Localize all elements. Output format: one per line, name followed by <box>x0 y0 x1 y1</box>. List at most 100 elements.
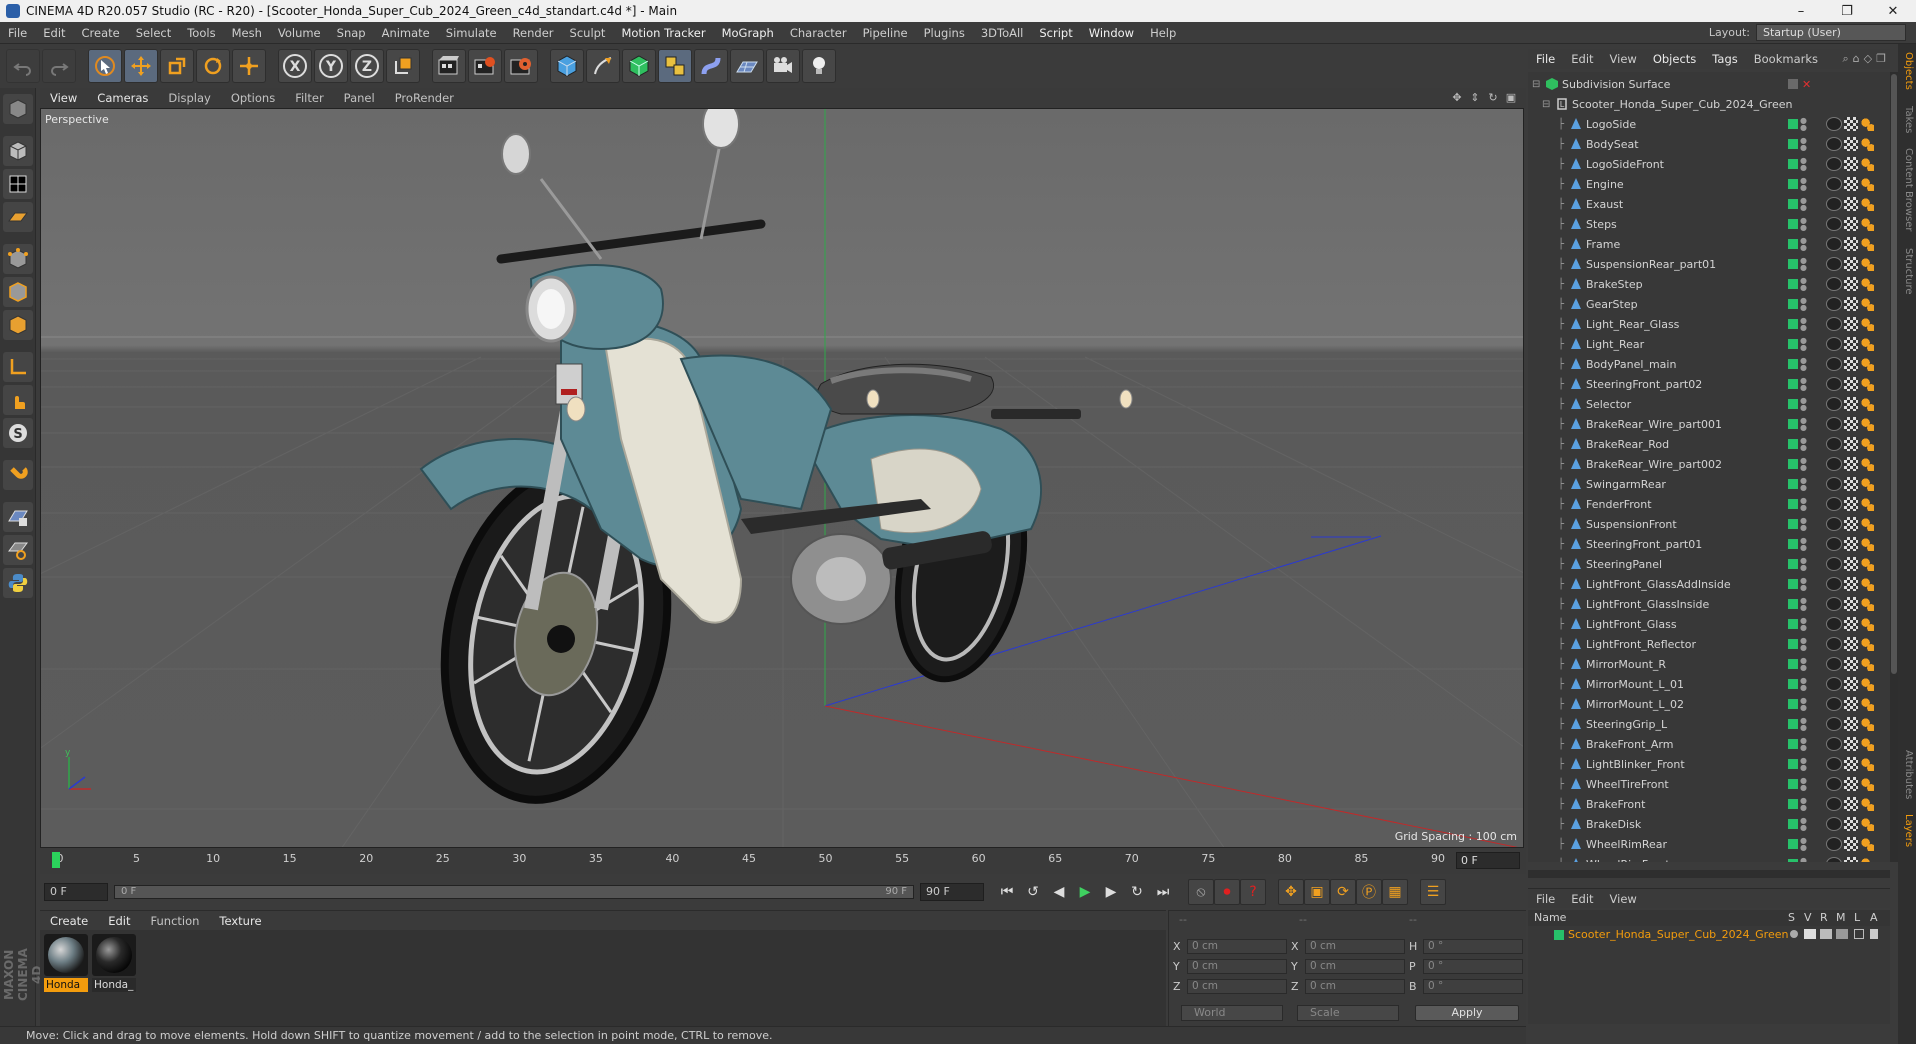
material-tag-icon[interactable] <box>1860 757 1874 771</box>
menu-file[interactable]: File <box>0 26 35 40</box>
menu-select[interactable]: Select <box>128 26 179 40</box>
layer-color-swatch[interactable] <box>1788 619 1798 629</box>
phong-tag-icon[interactable] <box>1826 717 1842 731</box>
menu-render[interactable]: Render <box>505 26 562 40</box>
object-row[interactable]: ├ BrakeRear_Rod ● ● <box>1528 434 1890 454</box>
material-tag-icon[interactable] <box>1860 777 1874 791</box>
pan-view-icon[interactable]: ✥ <box>1450 91 1464 105</box>
texture-tag-icon[interactable] <box>1844 237 1858 251</box>
object-row[interactable]: ├ Light_Rear_Glass ● ● <box>1528 314 1890 334</box>
position-z-field[interactable]: 0 cm <box>1187 978 1287 994</box>
menu-sculpt[interactable]: Sculpt <box>562 26 614 40</box>
tab-layers[interactable]: Layers <box>1900 814 1914 847</box>
texture-tag-icon[interactable] <box>1844 337 1858 351</box>
object-row[interactable]: ├ Steps ● ● <box>1528 214 1890 234</box>
phong-tag-icon[interactable] <box>1826 457 1842 471</box>
lm-menu-file[interactable]: File <box>1528 892 1563 906</box>
visibility-dots-icon[interactable]: ●● <box>1800 697 1807 712</box>
layer-solo-icon[interactable] <box>1790 930 1798 938</box>
visibility-dots-icon[interactable]: ●● <box>1800 397 1807 412</box>
visibility-dots-icon[interactable]: ●● <box>1800 777 1807 792</box>
layer-row[interactable]: Scooter_Honda_Super_Cub_2024_Green <box>1528 926 1890 944</box>
texture-tag-icon[interactable] <box>1844 297 1858 311</box>
material-tag-icon[interactable] <box>1860 317 1874 331</box>
material-tag-icon[interactable] <box>1860 357 1874 371</box>
timeline-ruler[interactable]: 0 5 10 15 20 25 30 35 40 45 50 55 60 65 70 75 80 85 90 0 F <box>40 848 1526 874</box>
visibility-dots-icon[interactable]: ●● <box>1800 677 1807 692</box>
material-tag-icon[interactable] <box>1860 677 1874 691</box>
object-row[interactable]: ├ WheelRimRear ● ● <box>1528 834 1890 854</box>
object-row[interactable]: ├ LightFront_Glass ● ● <box>1528 614 1890 634</box>
menu-tools[interactable]: Tools <box>179 26 223 40</box>
object-row[interactable]: ├ LightBlinker_Front ● ● <box>1528 754 1890 774</box>
texture-tag-icon[interactable] <box>1844 197 1858 211</box>
material-tag-icon[interactable] <box>1860 537 1874 551</box>
viewport-menu-cameras[interactable]: Cameras <box>87 91 158 105</box>
visibility-dots-icon[interactable]: ●● <box>1800 837 1807 852</box>
z-axis-icon[interactable]: Z <box>350 49 384 83</box>
visibility-dots-icon[interactable]: ●● <box>1800 737 1807 752</box>
phong-tag-icon[interactable] <box>1826 237 1842 251</box>
key-position-icon[interactable]: ✥ <box>1278 879 1304 905</box>
layer-color-swatch[interactable] <box>1788 799 1798 809</box>
material-swatch[interactable]: Honda_ <box>92 934 136 994</box>
deformer-icon[interactable] <box>694 49 728 83</box>
texture-tag-icon[interactable] <box>1844 117 1858 131</box>
visibility-dots-icon[interactable]: ●● <box>1800 537 1807 552</box>
toggle-view-icon[interactable]: ▣ <box>1504 91 1518 105</box>
texture-tag-icon[interactable] <box>1844 477 1858 491</box>
layer-color-swatch[interactable] <box>1788 479 1798 489</box>
texture-tag-icon[interactable] <box>1844 777 1858 791</box>
visibility-dots-icon[interactable]: ●● <box>1800 377 1807 392</box>
material-tag-icon[interactable] <box>1860 557 1874 571</box>
layer-color-swatch[interactable] <box>1788 399 1798 409</box>
menu-script[interactable]: Script <box>1031 26 1080 40</box>
close-button[interactable]: ✕ <box>1870 0 1916 22</box>
move-icon[interactable] <box>124 49 158 83</box>
om-menu-bookmarks[interactable]: Bookmarks <box>1746 52 1826 66</box>
size-y-field[interactable]: 0 cm <box>1305 958 1405 974</box>
points-mode-icon[interactable] <box>2 244 33 274</box>
workplane-mode-icon[interactable] <box>2 202 33 232</box>
planar-workplane-icon[interactable] <box>2 535 33 565</box>
object-row[interactable]: ├ LogoSideFront ● ● <box>1528 154 1890 174</box>
layer-color-swatch[interactable] <box>1788 859 1798 862</box>
visibility-dots-icon[interactable]: ●● <box>1800 417 1807 432</box>
phong-tag-icon[interactable] <box>1826 337 1842 351</box>
material-tag-icon[interactable] <box>1860 817 1874 831</box>
phong-tag-icon[interactable] <box>1826 217 1842 231</box>
layer-color-swatch[interactable] <box>1788 359 1798 369</box>
object-row[interactable]: ├ Frame ● ● <box>1528 234 1890 254</box>
layer-color-swatch[interactable] <box>1788 659 1798 669</box>
object-row[interactable]: ├ LightFront_GlassAddInside ● ● <box>1528 574 1890 594</box>
coordinate-mode-dropdown[interactable]: Scale <box>1297 1005 1399 1021</box>
visibility-dots-icon[interactable]: ●● <box>1800 457 1807 472</box>
record-active-objects-icon[interactable]: ⦸ <box>1188 879 1214 905</box>
phong-tag-icon[interactable] <box>1826 657 1842 671</box>
apply-button[interactable]: Apply <box>1415 1005 1519 1021</box>
render-picture-viewer-icon[interactable] <box>468 49 502 83</box>
texture-tag-icon[interactable] <box>1844 257 1858 271</box>
play-icon[interactable]: ▶ <box>1072 879 1098 905</box>
material-swatch[interactable]: Honda <box>44 934 88 994</box>
texture-tag-icon[interactable] <box>1844 457 1858 471</box>
texture-tag-icon[interactable] <box>1844 317 1858 331</box>
lm-menu-view[interactable]: View <box>1602 892 1645 906</box>
texture-tag-icon[interactable] <box>1844 137 1858 151</box>
object-row[interactable]: ├ LogoSide ● ● <box>1528 114 1890 134</box>
layer-color-swatch[interactable] <box>1788 699 1798 709</box>
object-row-group[interactable]: ⊟ L Scooter_Honda_Super_Cub_2024_Green <box>1528 94 1890 114</box>
phong-tag-icon[interactable] <box>1826 537 1842 551</box>
phong-tag-icon[interactable] <box>1826 617 1842 631</box>
phong-tag-icon[interactable] <box>1826 517 1842 531</box>
phong-tag-icon[interactable] <box>1826 777 1842 791</box>
rotation-h-field[interactable]: 0 ° <box>1423 938 1523 954</box>
rotate-icon[interactable] <box>196 49 230 83</box>
layer-visible-icon[interactable] <box>1804 929 1816 939</box>
object-manager-hscrollbar[interactable] <box>1528 870 1890 878</box>
object-row[interactable]: ├ LightFront_GlassInside ● ● <box>1528 594 1890 614</box>
make-editable-icon[interactable] <box>2 94 33 124</box>
object-row[interactable]: ├ BrakeDisk ● ● <box>1528 814 1890 834</box>
key-parameter-icon[interactable]: Ⓟ <box>1356 879 1382 905</box>
material-tag-icon[interactable] <box>1860 277 1874 291</box>
